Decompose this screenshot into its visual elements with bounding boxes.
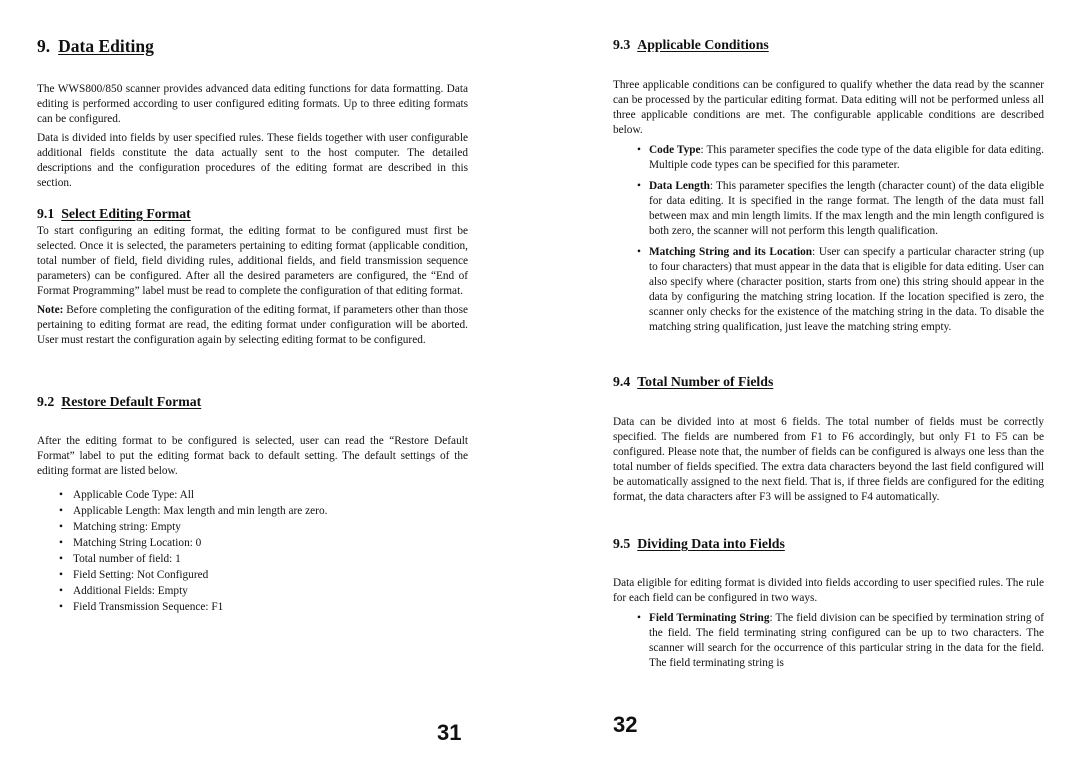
applicable-conditions-list: Code Type: This parameter specifies the … <box>637 143 1044 335</box>
list-item: Matching string: Empty <box>59 519 459 535</box>
note-paragraph: Note: Before completing the configuratio… <box>37 303 468 348</box>
section-number: 9.1 <box>37 206 55 221</box>
list-item: Matching String and its Location: User c… <box>637 245 1044 335</box>
section-9-5-body: Data eligible for editing format is divi… <box>613 576 1044 606</box>
list-item: Field Transmission Sequence: F1 <box>59 599 459 615</box>
chapter-heading: 9. Data Editing <box>37 36 154 57</box>
term: Matching String and its Location <box>649 246 813 258</box>
section-9-2-body: After the editing format to be configure… <box>37 434 468 479</box>
term-description: : This parameter specifies the code type… <box>649 144 1044 171</box>
list-item: Applicable Code Type: All <box>59 487 459 503</box>
section-paragraph: Data eligible for editing format is divi… <box>613 577 1044 604</box>
field-division-list: Field Terminating String: The field divi… <box>637 611 1044 671</box>
section-title: Applicable Conditions <box>637 37 769 52</box>
term: Field Terminating String <box>649 612 770 624</box>
note-text: Before completing the configuration of t… <box>37 304 468 346</box>
section-title: Dividing Data into Fields <box>637 536 785 551</box>
term: Code Type <box>649 144 701 156</box>
list-item: Total number of field: 1 <box>59 551 459 567</box>
section-number: 9.5 <box>613 536 631 551</box>
section-title: Total Number of Fields <box>637 374 774 389</box>
page-number: 31 <box>437 720 462 745</box>
section-heading-9-5: 9.5 Dividing Data into Fields <box>613 536 785 552</box>
list-item: Additional Fields: Empty <box>59 583 459 599</box>
list-item: Matching String Location: 0 <box>59 535 459 551</box>
section-heading-9-4: 9.4 Total Number of Fields <box>613 374 773 390</box>
section-heading-9-3: 9.3 Applicable Conditions <box>613 37 769 53</box>
section-9-3-body: Three applicable conditions can be confi… <box>613 78 1044 138</box>
list-item: Applicable Length: Max length and min le… <box>59 503 459 519</box>
section-number: 9.3 <box>613 37 631 52</box>
section-paragraph: Three applicable conditions can be confi… <box>613 79 1044 136</box>
section-paragraph: To start configuring an editing format, … <box>37 225 468 297</box>
section-paragraph: After the editing format to be configure… <box>37 435 468 477</box>
chapter-intro: The WWS800/850 scanner provides advanced… <box>37 82 468 191</box>
intro-paragraph: Data is divided into fields by user spec… <box>37 132 468 189</box>
section-number: 9.4 <box>613 374 631 389</box>
section-paragraph: Data can be divided into at most 6 field… <box>613 416 1044 503</box>
section-title: Restore Default Format <box>61 394 202 409</box>
default-settings-list: Applicable Code Type: All Applicable Len… <box>59 487 459 615</box>
list-item: Field Terminating String: The field divi… <box>637 611 1044 671</box>
section-9-4-body: Data can be divided into at most 6 field… <box>613 415 1044 505</box>
section-title: Select Editing Format <box>61 206 191 221</box>
note-label: Note: <box>37 304 64 316</box>
section-9-1-body: To start configuring an editing format, … <box>37 224 468 348</box>
list-item: Field Setting: Not Configured <box>59 567 459 583</box>
intro-paragraph: The WWS800/850 scanner provides advanced… <box>37 83 468 125</box>
section-number: 9.2 <box>37 394 55 409</box>
term: Data Length <box>649 180 710 192</box>
section-heading-9-2: 9.2 Restore Default Format <box>37 394 201 410</box>
term-description: : User can specify a particular characte… <box>649 246 1044 333</box>
page-number: 32 <box>613 712 638 737</box>
list-item: Data Length: This parameter specifies th… <box>637 179 1044 239</box>
section-heading-9-1: 9.1 Select Editing Format <box>37 206 191 222</box>
list-item: Code Type: This parameter specifies the … <box>637 143 1044 173</box>
chapter-number: 9. <box>37 36 51 56</box>
chapter-title: Data Editing <box>58 36 154 56</box>
